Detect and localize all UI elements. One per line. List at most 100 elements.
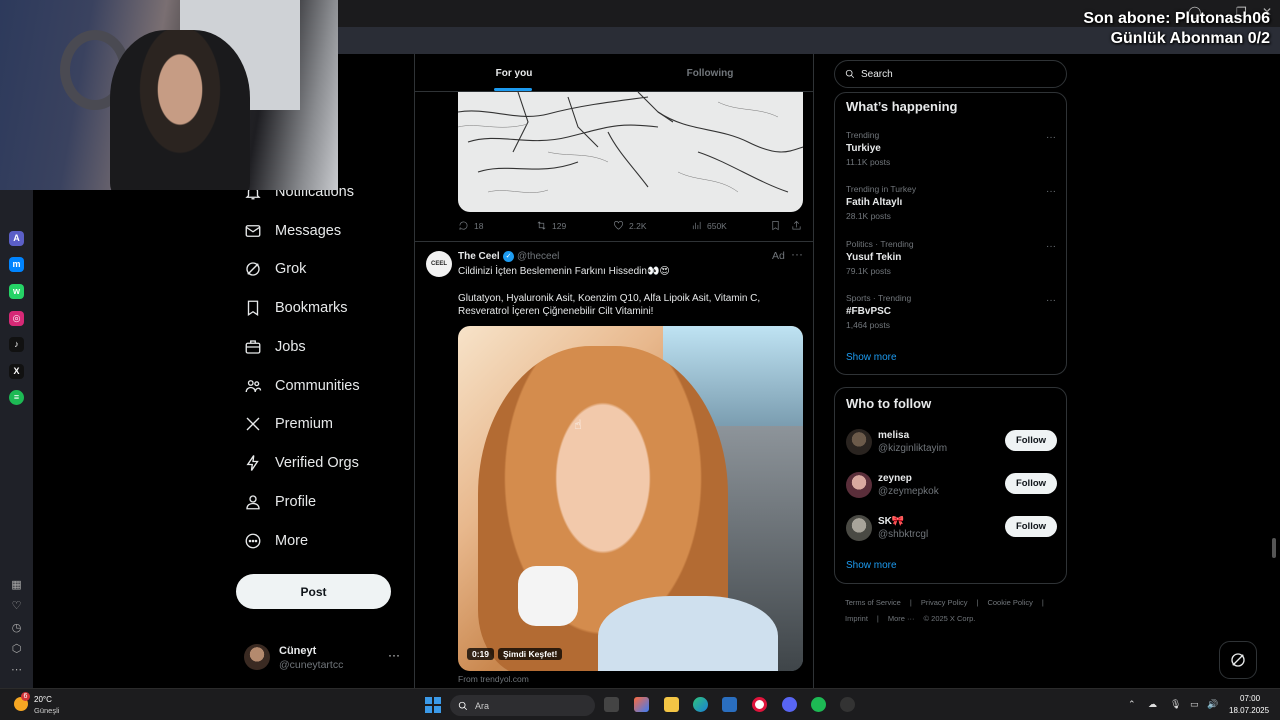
trend-item[interactable]: Politics · Trending Yusuf Tekin 79.1K po… <box>846 239 1056 283</box>
footer-separator: | <box>876 614 879 623</box>
nav-jobs[interactable]: Jobs <box>244 335 306 359</box>
edge-icon[interactable] <box>693 697 708 712</box>
avatar <box>846 472 872 498</box>
trend-item[interactable]: Trending in Turkey Fatih Altaylı 28.1K p… <box>846 184 1056 228</box>
grid-icon[interactable]: ▦ <box>10 579 23 592</box>
nav-bookmarks[interactable]: Bookmarks <box>244 296 348 320</box>
trend-count: 28.1K posts <box>846 211 891 221</box>
trend-count: 1,464 posts <box>846 320 890 330</box>
heart-icon <box>614 221 623 230</box>
tweet-author-handle[interactable]: @theceel <box>517 251 559 262</box>
grok-floating-button[interactable] <box>1219 641 1257 679</box>
nav-premium[interactable]: Premium <box>244 412 333 436</box>
nav-verified-orgs[interactable]: Verified Orgs <box>244 451 359 475</box>
windows-start-icon[interactable] <box>425 697 441 713</box>
store-icon[interactable] <box>722 697 737 712</box>
more-horizontal-icon[interactable]: ⋯ <box>10 664 23 677</box>
ad-label: Ad <box>772 250 785 262</box>
trend-more-icon[interactable]: ··· <box>1046 241 1056 252</box>
spotify-icon[interactable] <box>811 697 826 712</box>
clock-date[interactable]: 18.07.2025 <box>1229 706 1269 715</box>
account-handle: @cuneytartcc <box>279 659 344 671</box>
trend-item[interactable]: Sports · Trending #FBvPSC 1,464 posts ··… <box>846 293 1056 337</box>
discord-icon[interactable] <box>782 697 797 712</box>
instagram-icon[interactable]: ◎ <box>9 311 24 326</box>
bookmark-button[interactable] <box>770 220 781 231</box>
app-icon-launcher[interactable]: A <box>9 231 24 246</box>
daily-subscriber-overlay: Günlük Abonman 0/2 <box>1110 30 1270 47</box>
trend-more-icon[interactable]: ··· <box>1046 186 1056 197</box>
clock-time[interactable]: 07:00 <box>1240 694 1260 703</box>
privacy-link[interactable]: Privacy Policy <box>921 598 968 607</box>
main-feed: For you Following 18 129 2.2K 650K CEEL … <box>414 54 814 688</box>
spotify-icon[interactable]: ≡ <box>9 390 24 405</box>
copyright-text: © 2025 X Corp. <box>923 614 976 623</box>
follow-button[interactable]: Follow <box>1005 516 1057 537</box>
nav-grok[interactable]: Grok <box>244 257 306 281</box>
box-icon[interactable]: ⬡ <box>10 643 23 656</box>
show-more-trends-link[interactable]: Show more <box>846 352 897 363</box>
repost-button[interactable]: 129 <box>536 220 566 231</box>
nav-communities[interactable]: Communities <box>244 374 360 398</box>
trend-more-icon[interactable]: ··· <box>1046 132 1056 143</box>
tab-following[interactable]: Following <box>655 54 765 92</box>
footer-more-link[interactable]: More ··· <box>888 614 915 623</box>
tweet-more-icon[interactable]: ··· <box>791 247 803 261</box>
search-box[interactable] <box>834 60 1067 88</box>
tweet-map-image[interactable] <box>458 92 803 212</box>
account-switcher[interactable]: Cüneyt @cuneytartcc ··· <box>244 642 404 674</box>
microphone-icon[interactable]: 🎙 <box>1170 699 1181 710</box>
nav-label: Premium <box>275 416 334 432</box>
follow-button[interactable]: Follow <box>1005 473 1057 494</box>
nav-messages[interactable]: Messages <box>244 219 341 243</box>
briefcase-icon <box>244 338 262 356</box>
page-scrollbar[interactable] <box>1272 538 1276 558</box>
post-button[interactable]: Post <box>236 574 391 609</box>
follow-button[interactable]: Follow <box>1005 430 1057 451</box>
follow-suggestion[interactable]: SK🎀 @shbktrcgl Follow <box>846 514 1058 546</box>
trend-name: Fatih Altaylı <box>846 197 903 208</box>
reply-button[interactable]: 18 <box>458 220 483 231</box>
tab-for-you[interactable]: For you <box>459 54 569 92</box>
weather-temperature[interactable]: 20°C <box>34 695 52 704</box>
whatsapp-icon[interactable]: w <box>9 284 24 299</box>
search-input[interactable] <box>861 68 1051 80</box>
task-view-icon[interactable] <box>604 697 619 712</box>
display-icon[interactable]: ▭ <box>1190 699 1199 710</box>
trend-more-icon[interactable]: ··· <box>1046 295 1056 306</box>
volume-icon[interactable]: 🔊 <box>1207 699 1218 710</box>
x-app-icon[interactable]: X <box>9 364 24 379</box>
tweet-author-name[interactable]: The Ceel <box>458 251 500 262</box>
follow-suggestion[interactable]: melisa @kizginliktayim Follow <box>846 428 1058 460</box>
opera-icon[interactable] <box>752 697 767 712</box>
trend-item[interactable]: Trending Turkiye 11.1K posts ··· <box>846 130 1056 174</box>
copilot-icon[interactable] <box>634 697 649 712</box>
nav-profile[interactable]: Profile <box>244 490 316 514</box>
tray-chevron-icon[interactable]: ⌃ <box>1128 699 1136 710</box>
show-more-follow-link[interactable]: Show more <box>846 560 897 571</box>
avatar[interactable]: CEEL <box>426 251 452 277</box>
messenger-icon[interactable]: m <box>9 257 24 272</box>
cloud-icon[interactable]: ☁ <box>1148 699 1157 710</box>
tweet-video[interactable]: 0:19 Şimdi Keşfet! <box>458 326 803 671</box>
app-icon[interactable] <box>840 697 855 712</box>
follow-suggestion[interactable]: zeynep @zeymepkok Follow <box>846 471 1058 503</box>
file-explorer-icon[interactable] <box>664 697 679 712</box>
like-button[interactable]: 2.2K <box>613 220 647 231</box>
account-more-icon[interactable]: ··· <box>388 648 400 662</box>
trend-count: 79.1K posts <box>846 266 891 276</box>
heart-icon[interactable]: ♡ <box>10 600 23 613</box>
share-button[interactable] <box>791 220 802 231</box>
ad-source-link[interactable]: From trendyol.com <box>458 674 529 684</box>
cookie-link[interactable]: Cookie Policy <box>987 598 1032 607</box>
weather-description[interactable]: Güneşli <box>34 706 59 715</box>
imprint-link[interactable]: Imprint <box>845 614 868 623</box>
tiktok-icon[interactable]: ♪ <box>9 337 24 352</box>
terms-link[interactable]: Terms of Service <box>845 598 901 607</box>
views-button[interactable]: 650K <box>691 220 727 231</box>
video-cta-button[interactable]: Şimdi Keşfet! <box>498 648 563 660</box>
nav-more[interactable]: More <box>244 529 308 553</box>
trend-category: Politics · Trending <box>846 239 914 249</box>
history-icon[interactable]: ◷ <box>10 622 23 635</box>
taskbar-search[interactable]: Ara <box>450 695 595 716</box>
